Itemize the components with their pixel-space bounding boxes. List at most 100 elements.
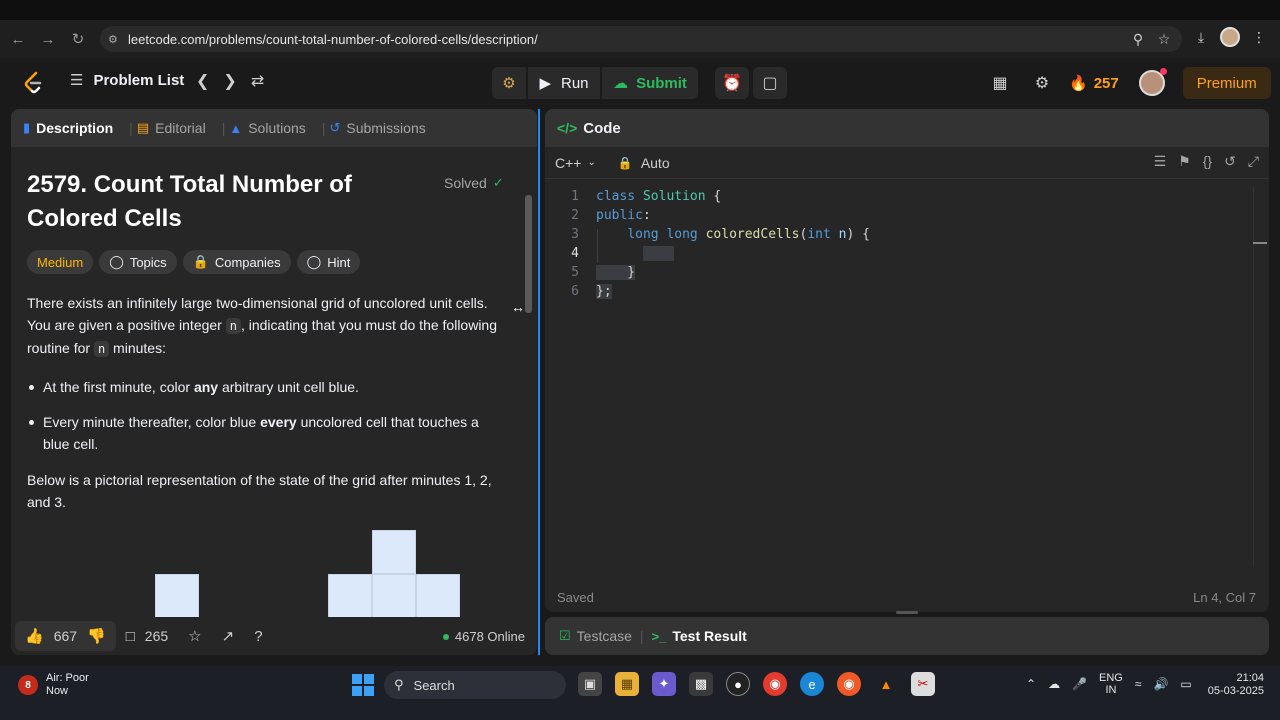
tab-testcase[interactable]: ☑ Testcase (559, 628, 632, 644)
help-button[interactable]: ? (244, 621, 272, 651)
resize-cursor-icon: ↔ (511, 299, 525, 315)
store-icon[interactable]: ▩ (689, 672, 713, 696)
chevron-down-icon: ⌄ (587, 157, 596, 168)
streak-counter[interactable]: 🔥 257 (1069, 74, 1119, 93)
taskbar-clock[interactable]: 21:04 05-03-2025 (1208, 672, 1264, 698)
dell-icon[interactable]: ● (726, 672, 750, 696)
reset-icon[interactable]: ↺ (1224, 153, 1236, 170)
back-icon[interactable]: ← (3, 24, 33, 54)
thumbs-up-icon[interactable]: 👍 (25, 627, 44, 645)
tab-test-result[interactable]: >_ Test Result (652, 628, 747, 644)
timer-button[interactable]: ⏰ (715, 67, 749, 99)
leetcode-logo[interactable] (22, 71, 46, 95)
cloud-upload-icon: ☁ (613, 75, 629, 92)
fullscreen-icon[interactable]: ⤢ (1248, 153, 1259, 170)
code-editor[interactable]: 1 class Solution { 2 public: 3 long long… (545, 179, 1269, 579)
panel-splitter[interactable] (538, 109, 540, 655)
settings-gear-icon[interactable]: ⚙ (1027, 68, 1057, 98)
onedrive-icon[interactable]: ☁ (1048, 677, 1060, 691)
battery-icon[interactable]: ▭ (1180, 677, 1191, 691)
task-view-icon[interactable]: ▣ (578, 672, 602, 696)
debug-button[interactable]: ⚙ (492, 67, 526, 99)
edge-icon[interactable]: e (800, 672, 824, 696)
code-title: Code (583, 119, 621, 137)
tab-divider: | (639, 628, 644, 644)
site-info-icon[interactable]: ⚙ (108, 33, 128, 46)
leetcode-navbar: ☰ Problem List ❮ ❯ ⇄ ⚙ ▶ Run ☁ Submit ⏰ … (0, 58, 1280, 108)
file-explorer-icon[interactable]: ▦ (615, 672, 639, 696)
problem-list-button[interactable]: ☰ Problem List (70, 71, 184, 90)
difficulty-badge: Medium (27, 250, 94, 274)
vertical-resize-handle[interactable] (896, 611, 918, 614)
editor-toolbar: C++ ⌄ 🔒 Auto ☰ ⚑ {} ↺ ⤢ (545, 147, 1269, 179)
bookmark-icon[interactable]: ⚑ (1178, 153, 1191, 170)
auto-mode-toggle[interactable]: 🔒 Auto (618, 155, 670, 171)
url-text: leetcode.com/problems/count-total-number… (128, 31, 538, 47)
snipping-tool-icon[interactable]: ✂ (911, 672, 935, 696)
reload-icon[interactable]: ↻ (63, 24, 93, 54)
braces-icon[interactable]: {} (1203, 153, 1212, 170)
chevron-up-icon[interactable]: ⌃ (1026, 677, 1036, 691)
test-panel-tabs: ☑ Testcase | >_ Test Result (545, 617, 1269, 655)
scrollbar-thumb[interactable] (525, 195, 532, 313)
lock-icon: 🔒 (617, 155, 633, 170)
language-select[interactable]: C++ ⌄ (555, 155, 596, 171)
code-header: </> Code (545, 109, 1269, 147)
shuffle-icon[interactable]: ⇄ (251, 71, 264, 91)
format-icon[interactable]: ☰ (1154, 153, 1167, 170)
tab-description-label: Description (36, 120, 114, 136)
address-bar[interactable]: ⚙ leetcode.com/problems/count-total-numb… (100, 26, 1182, 52)
tab-divider: | (221, 120, 226, 136)
taskbar-search[interactable]: ⚲ Search (384, 671, 566, 699)
rules-list: At the first minute, color any arbitrary… (27, 376, 507, 455)
hint-tag[interactable]: ◯ Hint (296, 250, 361, 274)
problem-title[interactable]: 2579. Count Total Number of Colored Cell… (27, 168, 387, 236)
firefox-icon[interactable]: ◉ (837, 672, 861, 696)
thumbs-down-icon[interactable]: 👎 (87, 627, 106, 645)
list-item: Every minute thereafter, color blue ever… (27, 411, 507, 455)
tab-editorial[interactable]: ▤ Editorial (137, 120, 206, 136)
volume-icon[interactable]: 🔊 (1153, 677, 1168, 691)
submit-button[interactable]: ☁ Submit (602, 67, 698, 99)
prev-problem-icon[interactable]: ❮ (196, 71, 209, 91)
editor-scrollbar-track[interactable] (1253, 187, 1254, 567)
browser-profile-avatar[interactable] (1220, 27, 1240, 47)
next-problem-icon[interactable]: ❯ (223, 71, 236, 91)
tab-solutions[interactable]: ▲ Solutions (229, 120, 305, 136)
fire-icon: 🔥 (1069, 75, 1088, 92)
tab-submissions[interactable]: ↺ Submissions (329, 120, 425, 136)
code-icon: </> (557, 120, 578, 136)
forward-icon[interactable]: → (33, 24, 63, 54)
zoom-icon[interactable]: ⚲ (1128, 28, 1148, 50)
weather-widget[interactable]: 8 Air: Poor Now (18, 672, 89, 698)
grid-illustration (27, 527, 507, 617)
download-icon[interactable]: ⤓ (1188, 24, 1214, 50)
language-indicator[interactable]: ENG IN (1099, 672, 1123, 696)
play-icon: ▶ (539, 75, 551, 92)
left-tab-bar: ▮ Description | ▤ Editorial | ▲ Solution… (11, 109, 537, 147)
desc-text: minutes: (109, 340, 166, 356)
saved-status: Saved (557, 590, 594, 605)
bookmark-star-icon[interactable]: ☆ (1154, 28, 1174, 50)
user-avatar[interactable] (1138, 68, 1167, 96)
windows-taskbar: 8 Air: Poor Now ⚲ Search ▣ ▦ ✦ ▩ ● ◉ e ◉… (0, 666, 1280, 720)
wifi-icon[interactable]: ≈ (1135, 677, 1142, 691)
vlc-icon[interactable]: ▲ (874, 672, 898, 696)
microphone-icon[interactable]: 🎤 (1072, 677, 1087, 691)
premium-button[interactable]: Premium (1182, 67, 1271, 99)
layout-grid-icon[interactable]: ▦ (985, 68, 1015, 98)
notes-button[interactable]: ▢ (753, 67, 787, 99)
star-icon: ☆ (188, 628, 202, 645)
menu-dots-icon[interactable]: ⋮ (1246, 24, 1272, 50)
tab-description[interactable]: ▮ Description (23, 120, 113, 136)
windows-start-icon[interactable] (352, 674, 374, 696)
share-button[interactable]: ↗ (212, 621, 245, 651)
favorite-button[interactable]: ☆ (178, 621, 211, 651)
companies-tag[interactable]: 🔒 Companies (182, 250, 291, 274)
topics-tag[interactable]: ◯ Topics (99, 250, 177, 274)
chrome-icon[interactable]: ◉ (763, 672, 787, 696)
comments-button[interactable]: □ 265 (116, 621, 178, 651)
flask-icon: ▲ (229, 120, 243, 136)
copilot-icon[interactable]: ✦ (652, 672, 676, 696)
run-button[interactable]: ▶ Run (528, 67, 600, 99)
